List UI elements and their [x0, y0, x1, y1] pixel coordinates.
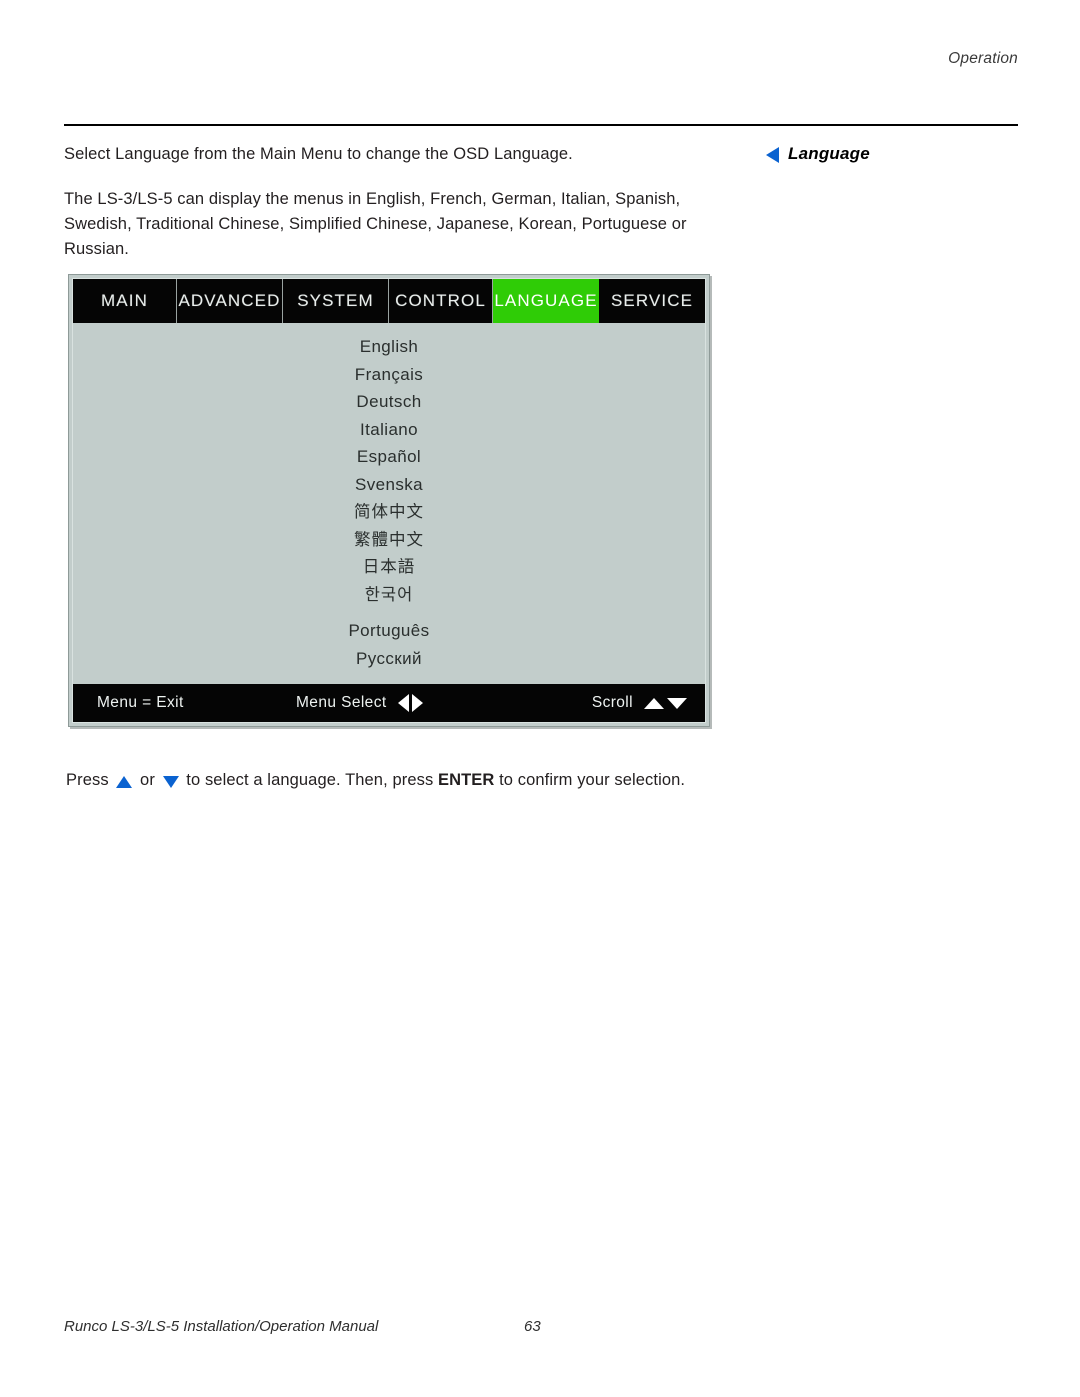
- tab-language[interactable]: LANGUAGE: [493, 279, 599, 323]
- footer-page-number: 63: [524, 1318, 541, 1335]
- status-scroll-label: Scroll: [591, 694, 633, 711]
- language-option-simplified-chinese[interactable]: 简体中文: [354, 498, 424, 526]
- tab-service[interactable]: SERVICE: [599, 279, 705, 323]
- paragraph-languages: The LS-3/LS-5 can display the menus in E…: [64, 190, 687, 258]
- language-option-portugues[interactable]: Português: [348, 617, 429, 645]
- osd-screenshot: MAIN ADVANCED SYSTEM CONTROL LANGUAGE SE…: [68, 274, 710, 727]
- margin-note-label: Language: [788, 144, 870, 163]
- arrow-right-icon: [411, 694, 423, 712]
- footer-title: Runco LS-3/LS-5 Installation/Operation M…: [64, 1318, 379, 1335]
- language-option-espanol[interactable]: Español: [357, 443, 421, 471]
- language-option-korean[interactable]: 한국어: [365, 581, 414, 609]
- language-option-francais[interactable]: Français: [355, 361, 423, 389]
- up-down-arrows: [644, 697, 687, 709]
- tab-main[interactable]: MAIN: [73, 279, 177, 323]
- status-menu-select: Menu Select: [296, 694, 423, 712]
- arrow-up-icon: [644, 697, 664, 709]
- tab-control[interactable]: CONTROL: [389, 279, 493, 323]
- status-exit-label: Menu = Exit: [97, 694, 184, 711]
- instruction-prefix: Press: [66, 771, 114, 789]
- instruction-line: Press or to select a language. Then, pre…: [66, 771, 685, 790]
- paragraph-intro: Select Language from the Main Menu to ch…: [64, 145, 573, 163]
- instruction-between: or: [135, 771, 160, 789]
- tab-system[interactable]: SYSTEM: [283, 279, 389, 323]
- language-option-deutsch[interactable]: Deutsch: [356, 388, 421, 416]
- instruction-middle: to select a language. Then, press: [181, 771, 438, 789]
- header-rule: [64, 124, 1018, 126]
- osd-language-list: English Français Deutsch Italiano Españo…: [73, 323, 705, 684]
- status-scroll: Scroll: [592, 694, 687, 712]
- tab-advanced[interactable]: ADVANCED: [177, 279, 283, 323]
- left-triangle-icon: [766, 146, 779, 163]
- status-menu-select-label: Menu Select: [296, 694, 387, 711]
- language-option-russian[interactable]: Русский: [356, 645, 422, 673]
- arrow-up-icon: [116, 775, 133, 788]
- osd-inner-frame: MAIN ADVANCED SYSTEM CONTROL LANGUAGE SE…: [72, 278, 706, 723]
- instruction-enter-key: ENTER: [437, 771, 495, 789]
- language-option-svenska[interactable]: Svenska: [355, 471, 423, 499]
- left-right-arrows: [397, 694, 423, 712]
- language-option-traditional-chinese[interactable]: 繁體中文: [354, 526, 424, 554]
- osd-status-bar: Menu = Exit Menu Select Scroll: [73, 684, 705, 722]
- language-option-english[interactable]: English: [360, 333, 419, 361]
- language-option-italiano[interactable]: Italiano: [360, 416, 418, 444]
- running-header: Operation: [948, 50, 1018, 67]
- arrow-down-icon: [667, 697, 687, 709]
- language-option-japanese[interactable]: 日本語: [363, 553, 416, 581]
- arrow-down-icon: [162, 775, 179, 788]
- osd-tab-bar: MAIN ADVANCED SYSTEM CONTROL LANGUAGE SE…: [73, 279, 705, 323]
- arrow-left-icon: [397, 694, 409, 712]
- instruction-suffix: to confirm your selection.: [494, 771, 686, 789]
- body-text-column: Select Language from the Main Menu to ch…: [64, 142, 704, 282]
- margin-note: Language: [766, 144, 870, 164]
